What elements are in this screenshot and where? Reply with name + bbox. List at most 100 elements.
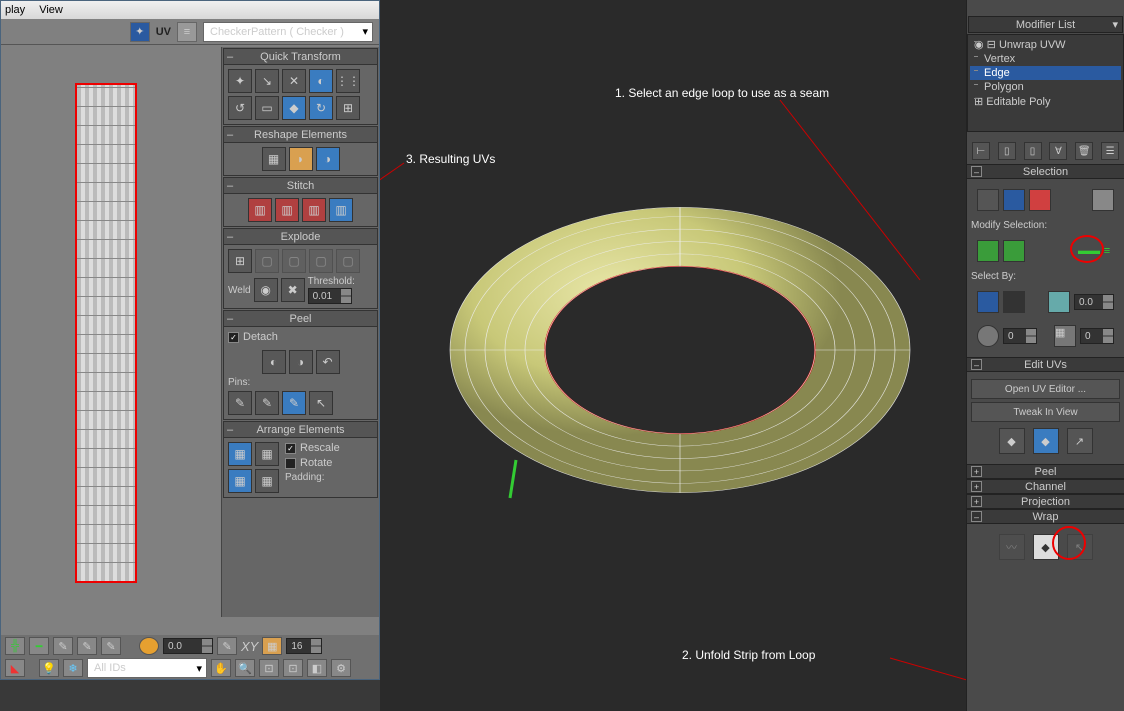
select-by-icon[interactable] bbox=[1048, 291, 1070, 313]
rescale-checkbox[interactable]: ✓Rescale bbox=[285, 442, 340, 454]
rollout-header[interactable]: –Peel bbox=[224, 311, 377, 327]
align-icon[interactable]: ↘ bbox=[255, 69, 279, 93]
arrange-icon[interactable]: ▦ bbox=[255, 469, 279, 493]
rollout-header[interactable]: –Reshape Elements bbox=[224, 127, 377, 143]
weld-break-icon[interactable]: ✖ bbox=[281, 278, 305, 302]
brush-icon[interactable]: ✎ bbox=[77, 637, 97, 655]
flag-icon[interactable]: ◣ bbox=[5, 659, 25, 677]
rollout-header[interactable]: –Explode bbox=[224, 229, 377, 245]
threshold-spinner[interactable]: 0.01 bbox=[308, 288, 352, 304]
peel-header[interactable]: +Peel bbox=[967, 464, 1124, 479]
select-by-icon[interactable] bbox=[1003, 291, 1025, 313]
rotate-checkbox[interactable]: Rotate bbox=[285, 457, 340, 469]
transform-icon[interactable]: ↺ bbox=[228, 96, 252, 120]
channel-header[interactable]: +Channel bbox=[967, 479, 1124, 494]
frame-icon[interactable]: ⊡ bbox=[283, 659, 303, 677]
peel-icon[interactable]: ◑ bbox=[289, 350, 313, 374]
select-by-icon[interactable] bbox=[977, 291, 999, 313]
select-spinner[interactable]: 0.0 bbox=[1074, 294, 1114, 310]
undo-icon[interactable]: ↶ bbox=[316, 350, 340, 374]
rollout-header[interactable]: –Stitch bbox=[224, 178, 377, 194]
stack-edge[interactable]: Edge bbox=[970, 66, 1121, 80]
transform-icon[interactable]: ⊞ bbox=[336, 96, 360, 120]
brush-icon[interactable]: ✎ bbox=[217, 637, 237, 655]
transform-icon[interactable]: ◆ bbox=[282, 96, 306, 120]
element-mode[interactable] bbox=[1092, 189, 1114, 211]
edit-uv-icon[interactable]: ◆ bbox=[1033, 428, 1059, 454]
align-icon[interactable]: ◐ bbox=[309, 69, 333, 93]
modifier-stack[interactable]: ◉ ⊟ Unwrap UVW Vertex Edge Polygon ⊞ Edi… bbox=[967, 34, 1124, 132]
cube-icon[interactable]: ◧ bbox=[307, 659, 327, 677]
pin-icon[interactable]: ✎ bbox=[228, 391, 252, 415]
wrap-header[interactable]: –Wrap bbox=[967, 509, 1124, 524]
menu-view[interactable]: View bbox=[39, 4, 63, 16]
pin-icon[interactable]: ✎ bbox=[282, 391, 306, 415]
stitch-icon[interactable]: ▥ bbox=[329, 198, 353, 222]
select-spinner[interactable]: 0 bbox=[1003, 328, 1037, 344]
brush-icon[interactable]: ✎ bbox=[101, 637, 121, 655]
arrange-icon[interactable]: ▦ bbox=[228, 442, 252, 466]
grow-icon[interactable] bbox=[977, 240, 999, 262]
align-icon[interactable]: ⋮⋮ bbox=[336, 69, 360, 93]
grid-icon[interactable]: ▦ bbox=[262, 637, 282, 655]
selection-header[interactable]: –Selection bbox=[967, 164, 1124, 179]
tweak-in-view-button[interactable]: Tweak In View bbox=[971, 402, 1120, 422]
projection-header[interactable]: +Projection bbox=[967, 494, 1124, 509]
value-spinner[interactable]: 0.0 bbox=[163, 638, 213, 654]
polygon-mode[interactable] bbox=[1029, 189, 1051, 211]
edge-mode[interactable] bbox=[1003, 189, 1025, 211]
map-dropdown[interactable]: CheckerPattern ( Checker ) bbox=[203, 22, 373, 42]
stitch-icon[interactable]: ▥ bbox=[248, 198, 272, 222]
toolbar-icon[interactable]: ✦ bbox=[130, 22, 150, 42]
edit-uv-icon[interactable]: ↗ bbox=[1067, 428, 1093, 454]
grid-spinner[interactable]: 16 bbox=[286, 638, 322, 654]
rollout-header[interactable]: –Arrange Elements bbox=[224, 422, 377, 438]
weld-target-icon[interactable]: ◉ bbox=[254, 278, 278, 302]
vertex-mode[interactable] bbox=[977, 189, 999, 211]
hand-icon[interactable]: ✋ bbox=[211, 659, 231, 677]
explode-icon[interactable]: ⊞ bbox=[228, 249, 252, 273]
arrange-icon[interactable]: ▦ bbox=[228, 469, 252, 493]
stack-polygon[interactable]: Polygon bbox=[970, 80, 1121, 94]
add-icon[interactable]: ╬ bbox=[5, 637, 25, 655]
configure-icon[interactable]: ☰ bbox=[1101, 142, 1119, 160]
uv-canvas[interactable] bbox=[1, 47, 221, 617]
reshape-icon[interactable]: ▦ bbox=[262, 147, 286, 171]
align-icon[interactable]: ✦ bbox=[228, 69, 252, 93]
settings-icon[interactable]: ⚙ bbox=[331, 659, 351, 677]
zoom-icon[interactable]: 🔍 bbox=[235, 659, 255, 677]
3d-viewport[interactable]: 1. Select an edge loop to use as a seam … bbox=[380, 0, 966, 711]
list-icon[interactable]: ≡ bbox=[177, 22, 197, 42]
snow-icon[interactable]: ❄ bbox=[63, 659, 83, 677]
show-icon[interactable]: ▯ bbox=[1024, 142, 1042, 160]
select-spinner[interactable]: 0 bbox=[1080, 328, 1114, 344]
stitch-icon[interactable]: ▥ bbox=[302, 198, 326, 222]
subtract-icon[interactable]: ━ bbox=[29, 637, 49, 655]
wrap-icon[interactable]: 〰 bbox=[999, 534, 1025, 560]
show-icon[interactable]: ▯ bbox=[998, 142, 1016, 160]
detach-checkbox[interactable]: ✓Detach bbox=[228, 331, 278, 343]
shrink-icon[interactable] bbox=[1003, 240, 1025, 262]
transform-icon[interactable]: ↻ bbox=[309, 96, 333, 120]
reshape-icon[interactable]: ◗ bbox=[289, 147, 313, 171]
ids-dropdown[interactable]: All IDs bbox=[87, 658, 207, 678]
stack-vertex[interactable]: Vertex bbox=[970, 52, 1121, 66]
open-uv-editor-button[interactable]: Open UV Editor ... bbox=[971, 379, 1120, 399]
rollout-header[interactable]: –Quick Transform bbox=[224, 49, 377, 65]
select-by-icon[interactable] bbox=[977, 325, 999, 347]
edit-uvs-header[interactable]: –Edit UVs bbox=[967, 357, 1124, 372]
light-icon[interactable]: 💡 bbox=[39, 659, 59, 677]
delete-icon[interactable]: 🗑 bbox=[1075, 142, 1093, 160]
arrange-icon[interactable]: ▦ bbox=[255, 442, 279, 466]
transform-icon[interactable]: ▭ bbox=[255, 96, 279, 120]
align-icon[interactable]: ✕ bbox=[282, 69, 306, 93]
modifier-list-dropdown[interactable]: Modifier List▾ bbox=[969, 17, 1122, 32]
grid-select-icon[interactable]: ▦ bbox=[1054, 325, 1076, 347]
show-icon[interactable]: ∀ bbox=[1049, 142, 1067, 160]
pin-stack-icon[interactable]: ⊢ bbox=[972, 142, 990, 160]
edit-uv-icon[interactable]: ◆ bbox=[999, 428, 1025, 454]
pin-icon[interactable]: ✎ bbox=[255, 391, 279, 415]
menu-play[interactable]: play bbox=[5, 4, 25, 16]
circle-icon[interactable] bbox=[139, 637, 159, 655]
peel-icon[interactable]: ◐ bbox=[262, 350, 286, 374]
